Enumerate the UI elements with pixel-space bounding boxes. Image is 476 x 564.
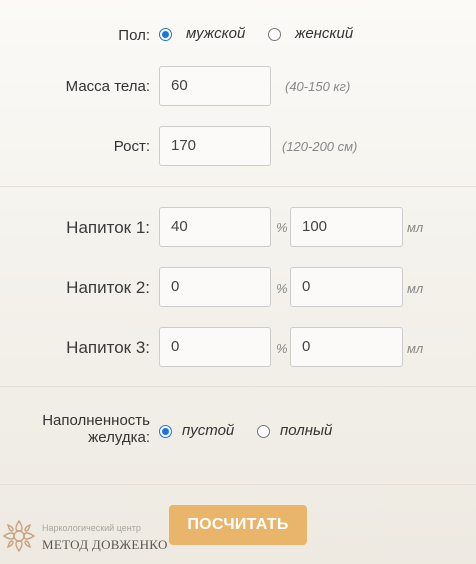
drink-2-volume-unit: мл [407, 281, 424, 296]
weight-label: Масса тела: [65, 78, 150, 95]
drink-2-percent-input[interactable]: 0 [159, 267, 271, 307]
drink-3-volume-unit: мл [407, 341, 424, 356]
stomach-label: Наполненность желудка: [42, 412, 150, 446]
gender-female-label[interactable]: женский [295, 25, 353, 42]
logo-title: МЕТОД ДОВЖЕНКО [42, 537, 168, 552]
drink-3-volume-input[interactable]: 0 [290, 327, 403, 367]
stomach-empty-label[interactable]: пустой [182, 422, 234, 439]
section-divider [0, 186, 476, 187]
weight-hint: (40-150 кг) [285, 79, 351, 94]
drink-3-percent-unit: % [276, 341, 288, 356]
drink-3-label: Напиток 3: [66, 338, 150, 357]
drink-2-volume-input[interactable]: 0 [290, 267, 403, 307]
gender-label: Пол: [118, 27, 150, 44]
drink-2-label: Напиток 2: [66, 278, 150, 297]
logo-ornament-icon [2, 519, 36, 553]
drink-3-percent-input[interactable]: 0 [159, 327, 271, 367]
height-label: Рост: [113, 138, 150, 155]
height-hint: (120-200 см) [282, 139, 358, 154]
logo-subtitle: Наркологический центр [42, 523, 141, 533]
stomach-full-label[interactable]: полный [280, 422, 332, 439]
drink-1-percent-input[interactable]: 40 [159, 207, 271, 247]
gender-male-radio[interactable] [159, 28, 172, 41]
stomach-label-line2: желудка: [88, 429, 150, 446]
section-divider [0, 386, 476, 387]
drink-1-volume-input[interactable]: 100 [290, 207, 403, 247]
stomach-full-radio[interactable] [257, 425, 270, 438]
height-input[interactable]: 170 [159, 126, 271, 166]
drink-2-percent-unit: % [276, 281, 288, 296]
drink-1-percent-unit: % [276, 220, 288, 235]
gender-male-label[interactable]: мужской [186, 25, 245, 42]
stomach-empty-radio[interactable] [159, 425, 172, 438]
gender-female-radio[interactable] [268, 28, 281, 41]
stomach-label-line1: Наполненность [42, 412, 150, 429]
weight-input[interactable]: 60 [159, 66, 271, 106]
section-divider [0, 484, 476, 485]
drink-1-label: Напиток 1: [66, 218, 150, 237]
calculate-button[interactable]: ПОСЧИТАТЬ [169, 505, 307, 545]
drink-1-volume-unit: мл [407, 220, 424, 235]
